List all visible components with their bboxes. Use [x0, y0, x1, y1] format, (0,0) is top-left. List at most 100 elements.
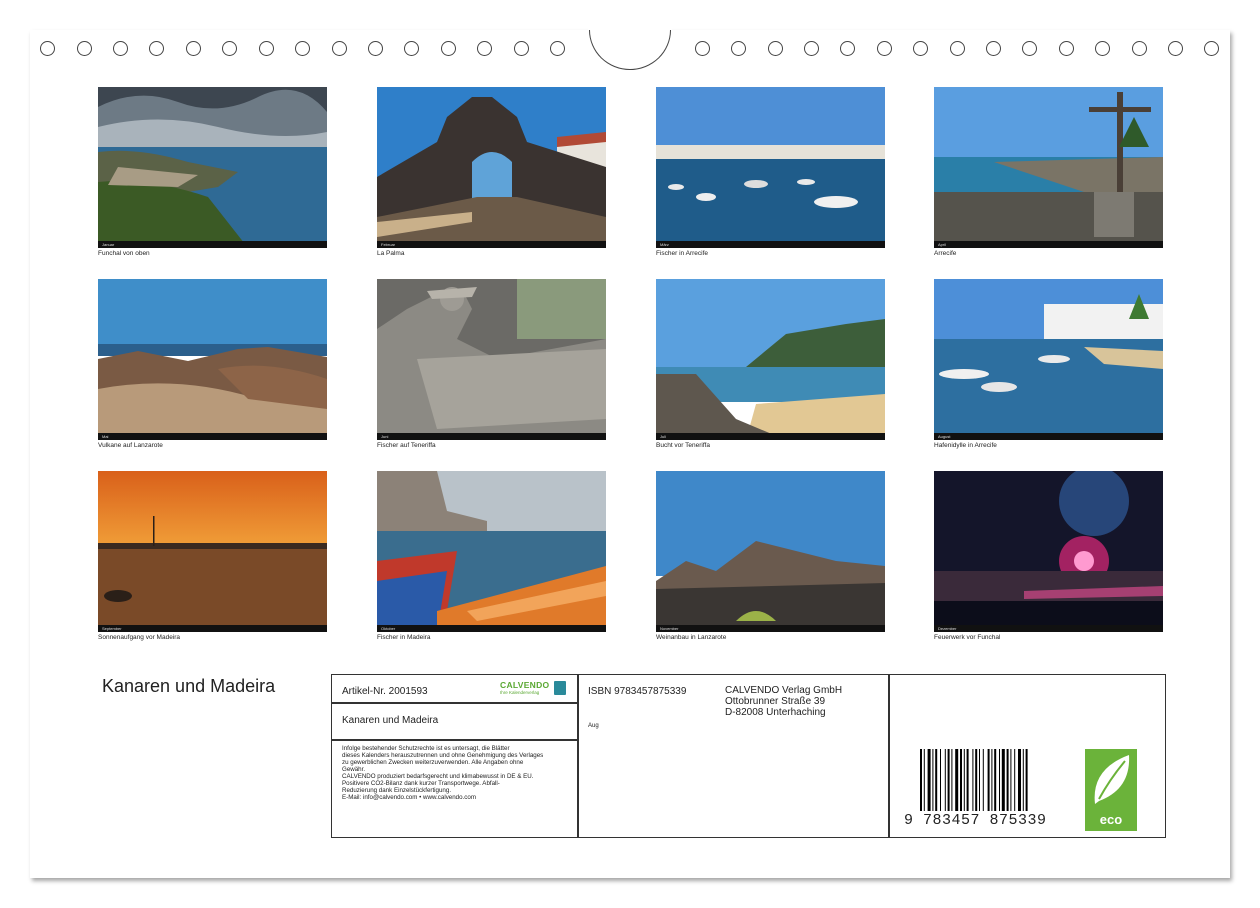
month-strip: Juni	[377, 433, 606, 440]
binding-hole	[149, 41, 164, 56]
barcode	[918, 749, 1052, 811]
binding-hole	[332, 41, 347, 56]
binding-hole	[441, 41, 456, 56]
photo-caption: Fischer in Arrecife	[656, 250, 709, 257]
photo-thumbnail: Oktober	[377, 471, 606, 632]
article-number: Artikel-Nr. 2001593	[342, 686, 428, 697]
publisher-line: Ottobrunner Straße 39	[725, 696, 826, 707]
binding-hole	[804, 41, 819, 56]
calendar-title: Kanaren und Madeira	[102, 676, 276, 696]
barcode-bar	[991, 749, 993, 811]
barcode-bar	[947, 749, 950, 811]
month-strip: Januar	[98, 241, 327, 248]
barcode-bar	[940, 749, 941, 811]
month-strip: November	[656, 625, 885, 632]
edition-label: Aug	[588, 723, 599, 729]
barcode-bar	[951, 749, 953, 811]
photo-caption: Sonnenaufgang vor Madeira	[98, 634, 181, 641]
legal-line: CALVENDO produziert bedarfsgerecht und k…	[342, 773, 534, 780]
binding-hole	[295, 41, 310, 56]
barcode-bar	[982, 749, 984, 811]
photo-thumbnail: Juni	[377, 279, 606, 440]
month-strip: September	[98, 625, 327, 632]
binding-hole	[40, 41, 55, 56]
photo-bucht-teneriffa	[656, 279, 885, 440]
barcode-bar	[1018, 749, 1021, 811]
barcode-bar	[1001, 749, 1005, 811]
photo-thumbnail: Dezember	[934, 471, 1163, 632]
month-label: November	[660, 626, 679, 631]
divider	[332, 702, 577, 704]
barcode-bar	[960, 749, 962, 811]
photo-thumbnail: Juli	[656, 279, 885, 440]
barcode-bar	[935, 749, 938, 811]
month-label: September	[102, 626, 122, 631]
barcode-bar	[944, 749, 946, 811]
barcode-bar	[1014, 749, 1016, 811]
month-strip: April	[934, 241, 1163, 248]
calvendo-logo: CALVENDO Ihre Kalenderverlag	[500, 680, 568, 695]
legal-line: Gewähr.	[342, 766, 366, 773]
barcode-bar	[955, 749, 959, 811]
binding-hole	[840, 41, 855, 56]
photo-thumbnail: Mai	[98, 279, 327, 440]
photo-caption: Arrecife	[934, 250, 957, 257]
month-strip: August	[934, 433, 1163, 440]
barcode-bar	[1006, 749, 1009, 811]
binding-hole	[222, 41, 237, 56]
binding-hole	[731, 41, 746, 56]
binding-hole	[1132, 41, 1147, 56]
binding-hole	[113, 41, 128, 56]
month-strip: Februar	[377, 241, 606, 248]
photo-thumbnail: April	[934, 87, 1163, 248]
barcode-bar	[987, 749, 990, 811]
month-strip: Dezember	[934, 625, 1163, 632]
publisher-line: CALVENDO Verlag GmbH	[725, 685, 843, 696]
barcode-bar	[927, 749, 931, 811]
month-label: Januar	[102, 242, 115, 247]
binding-hole	[1095, 41, 1110, 56]
binding-hole	[1059, 41, 1074, 56]
binding-hole	[1204, 41, 1219, 56]
barcode-bar	[966, 749, 969, 811]
photo-caption: Hafenidylle in Arrecife	[934, 442, 997, 449]
leaf-icon	[1094, 755, 1130, 804]
photo-arrecife-cross	[934, 87, 1163, 248]
barcode-bar	[923, 749, 925, 811]
photo-thumbnail: Januar	[98, 87, 327, 248]
photo-weinanbau	[656, 471, 885, 632]
barcode-bar	[972, 749, 974, 811]
legal-line: Infolge bestehender Schutzrechte ist es …	[342, 745, 510, 752]
photo-caption: Vulkane auf Lanzarote	[98, 442, 163, 449]
month-strip: Oktober	[377, 625, 606, 632]
divider	[332, 739, 577, 741]
photo-thumbnail: November	[656, 471, 885, 632]
legal-line: zu gewerblichen Zwecken weiterzuverwende…	[342, 759, 524, 766]
barcode-bar	[1010, 749, 1012, 811]
photo-fischer-madeira	[377, 471, 606, 632]
legal-line: E-Mail: info@calvendo.com • www.calvendo…	[342, 794, 476, 801]
binding-hole	[186, 41, 201, 56]
barcode-bar	[920, 749, 922, 811]
binding-hole	[986, 41, 1001, 56]
month-label: August	[938, 434, 951, 439]
barcode-bar	[963, 749, 965, 811]
legal-line: Positivere CO2-Bilanz dank kurzer Transp…	[342, 780, 500, 787]
calvendo-logo-icon	[554, 681, 566, 695]
photo-la-palma	[377, 87, 606, 248]
barcode-bar	[979, 749, 980, 811]
isbn: ISBN 9783457875339	[588, 686, 687, 697]
binding-hole	[514, 41, 529, 56]
photo-caption: Bucht vor Teneriffa	[656, 442, 710, 449]
binding-hole	[877, 41, 892, 56]
photo-hafenidylle	[934, 279, 1163, 440]
barcode-bar	[1022, 749, 1024, 811]
photo-thumbnail: März	[656, 87, 885, 248]
binding-hole	[913, 41, 928, 56]
barcode-bar	[999, 749, 1000, 811]
photo-caption: Funchal von oben	[98, 250, 150, 257]
photo-feuerwerk	[934, 471, 1163, 632]
eco-badge: eco	[1085, 749, 1137, 831]
month-label: Juni	[381, 434, 389, 439]
month-label: Oktober	[381, 626, 396, 631]
